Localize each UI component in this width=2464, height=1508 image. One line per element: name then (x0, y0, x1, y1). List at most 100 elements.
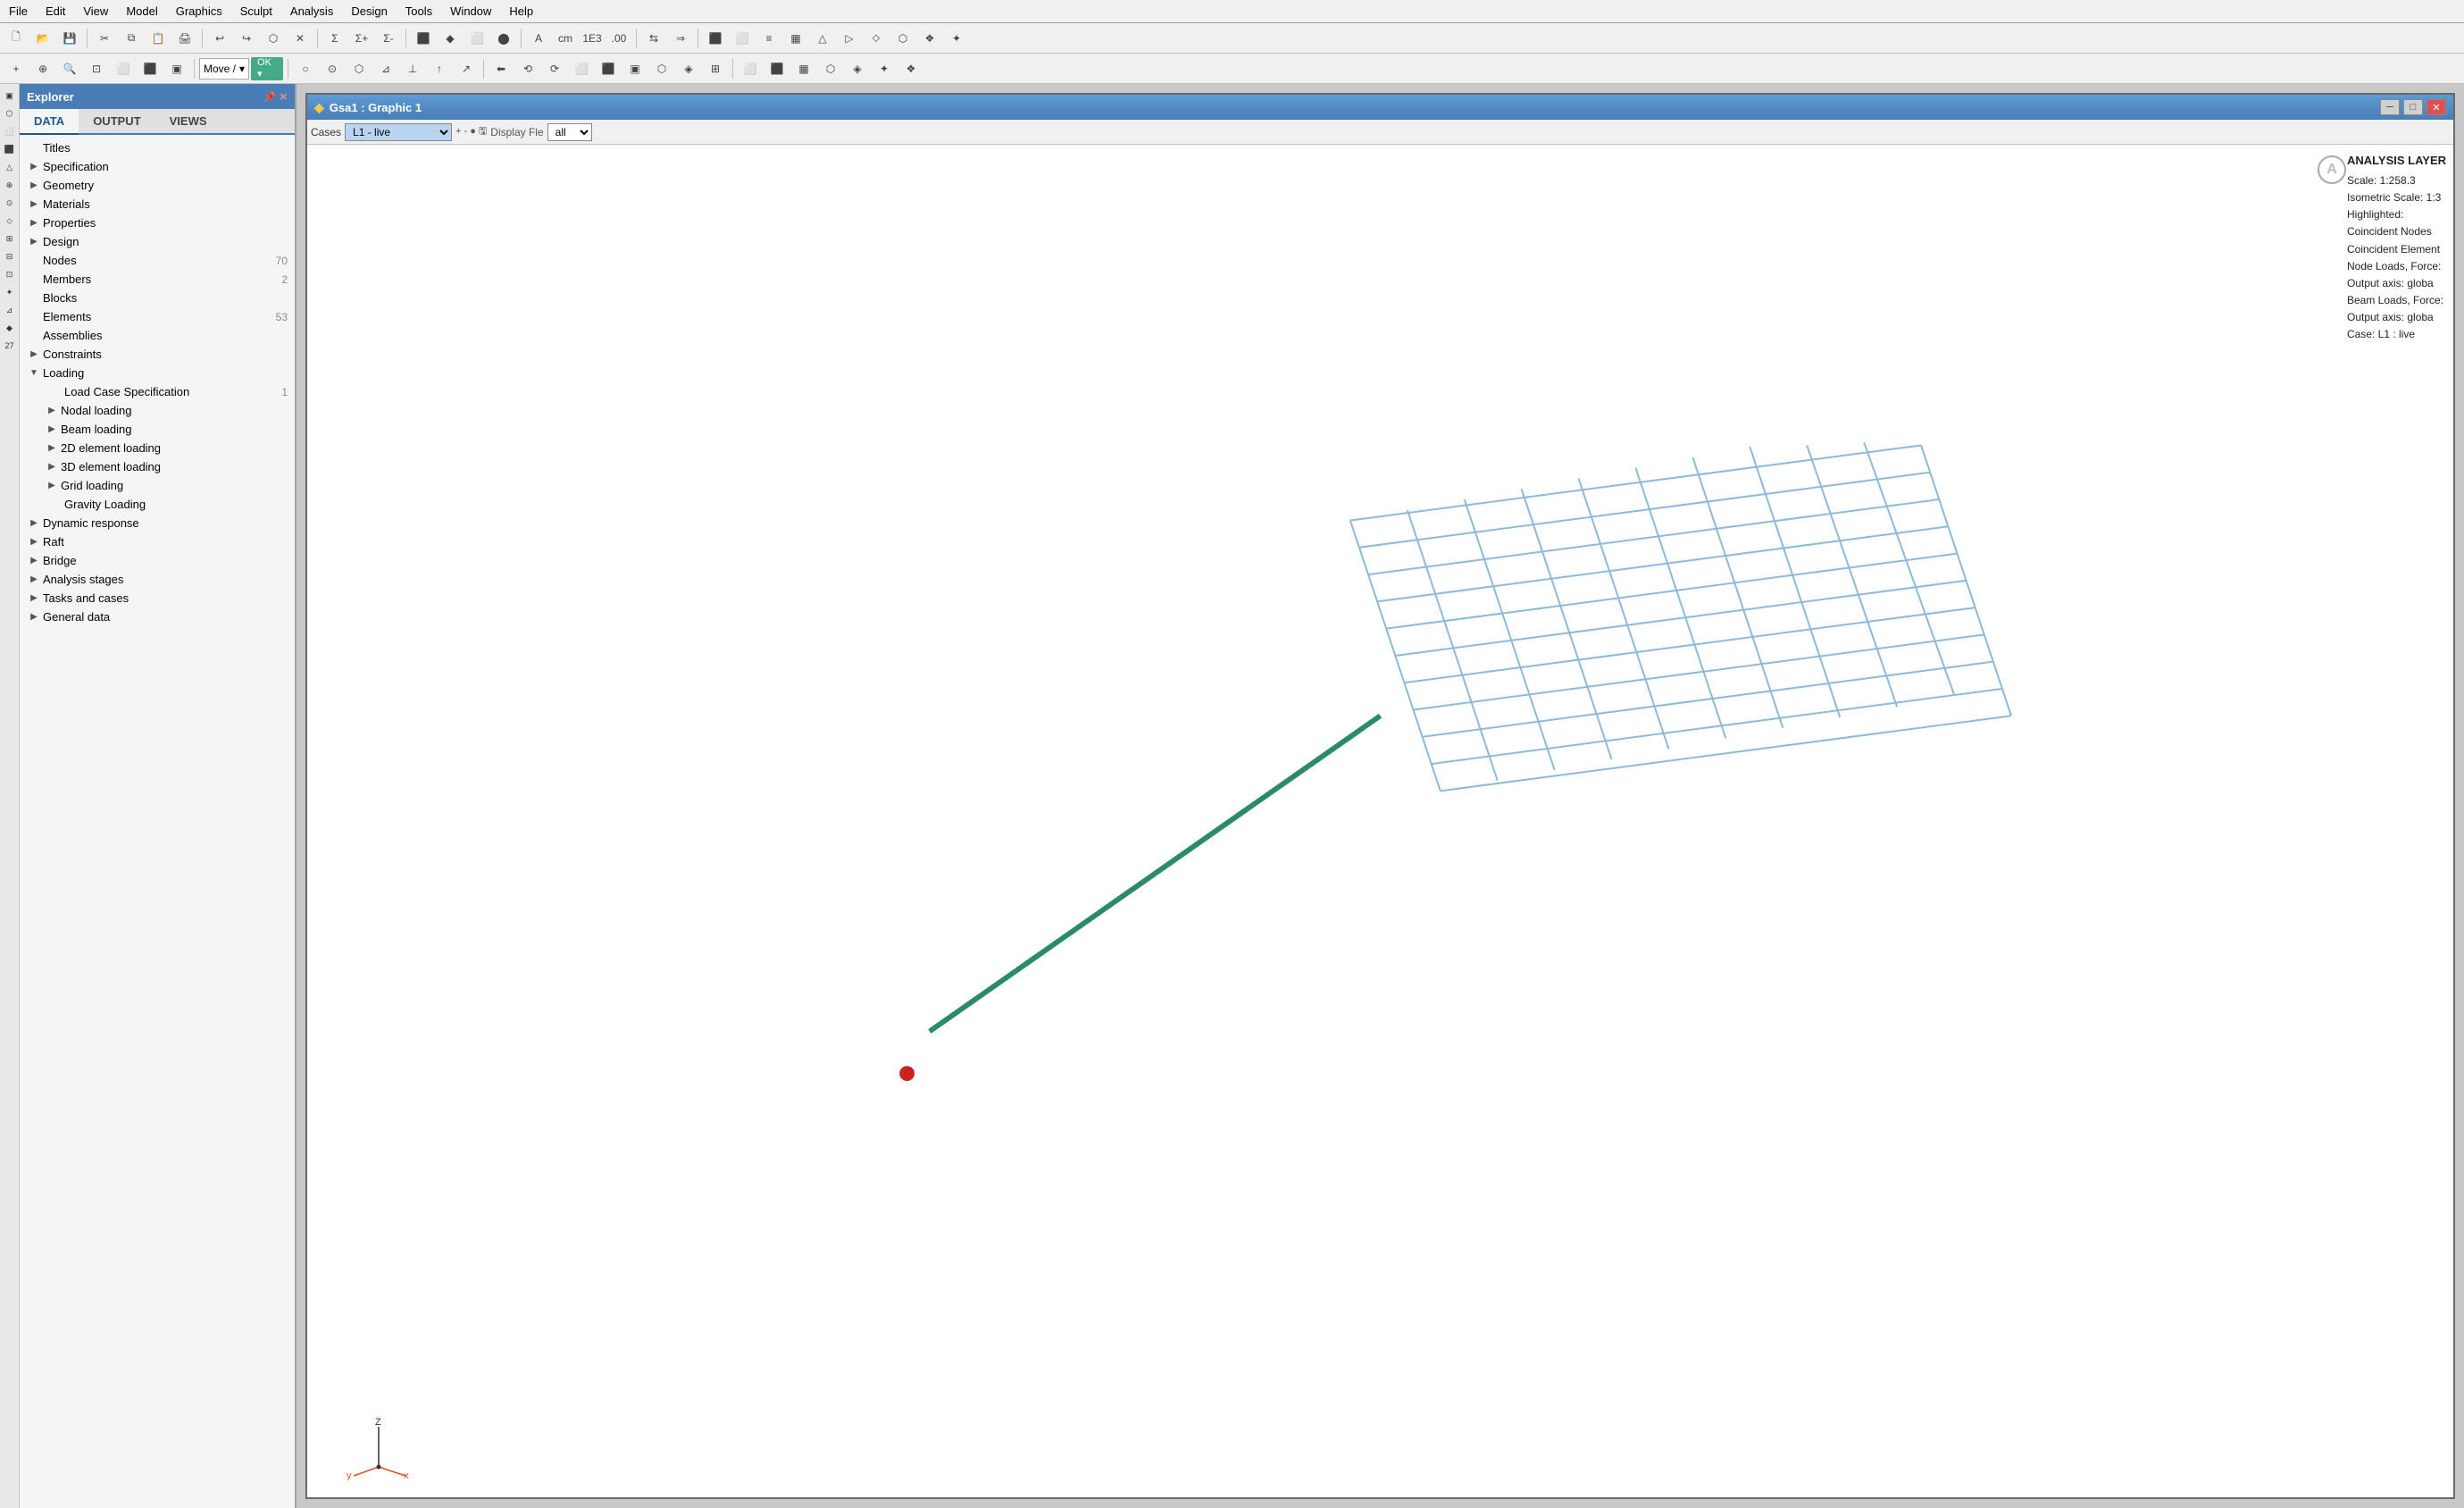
tree-properties[interactable]: ▶ Properties (20, 214, 295, 232)
tb2-icon8[interactable]: ↗ (454, 57, 479, 80)
tree-general-data[interactable]: ▶ General data (20, 607, 295, 626)
tree-load-case-spec[interactable]: Load Case Specification 1 (20, 382, 295, 401)
tb2-icon20[interactable]: ▦ (791, 57, 816, 80)
tb2-zoom[interactable]: 🔍 (57, 57, 82, 80)
tb2-icon19[interactable]: ⬛ (764, 57, 789, 80)
tb-deselect[interactable]: ✕ (288, 27, 313, 50)
tb-undo[interactable]: ↩ (207, 27, 232, 50)
graphic-minimize-button[interactable]: ─ (2380, 99, 2400, 115)
tb2-icon21[interactable]: ⬡ (818, 57, 843, 80)
cases-select[interactable]: L1 - live (345, 123, 452, 141)
graphic-maximize-button[interactable]: □ (2403, 99, 2423, 115)
move-dropdown[interactable]: Move / ▾ (199, 58, 249, 80)
menu-model[interactable]: Model (122, 3, 161, 20)
menu-design[interactable]: Design (347, 3, 390, 20)
sidebar-icon-14[interactable]: ◆ (2, 320, 18, 336)
tb2-icon11[interactable]: ⟳ (542, 57, 567, 80)
tree-constraints[interactable]: ▶ Constraints (20, 345, 295, 364)
tree-materials[interactable]: ▶ Materials (20, 195, 295, 214)
menu-graphics[interactable]: Graphics (172, 3, 226, 20)
tree-nodal-loading[interactable]: ▶ Nodal loading (20, 401, 295, 420)
tb2-icon15[interactable]: ⬡ (649, 57, 674, 80)
tb-num2[interactable]: .00 (606, 27, 631, 50)
tab-output[interactable]: OUTPUT (79, 109, 155, 135)
tb-icon1[interactable]: ⬛ (703, 27, 728, 50)
tree-analysis-stages[interactable]: ▶ Analysis stages (20, 570, 295, 589)
tb-paste[interactable]: 📋 (146, 27, 171, 50)
menu-tools[interactable]: Tools (402, 3, 436, 20)
tree-nodes[interactable]: Nodes 70 (20, 251, 295, 270)
tb2-add[interactable]: + (4, 57, 29, 80)
tb2-icon7[interactable]: ↑ (427, 57, 452, 80)
tree-2d-element-loading[interactable]: ▶ 2D element loading (20, 439, 295, 457)
menu-edit[interactable]: Edit (42, 3, 69, 20)
tree-blocks[interactable]: Blocks (20, 289, 295, 307)
tb2-check[interactable]: OK ▾ (251, 57, 283, 80)
tb-dim[interactable]: cm (553, 27, 578, 50)
sidebar-icon-9[interactable]: ⊞ (2, 230, 18, 247)
tb-icon8[interactable]: ⬡ (890, 27, 915, 50)
tb-redo[interactable]: ↪ (234, 27, 259, 50)
tree-elements[interactable]: Elements 53 (20, 307, 295, 326)
tb2-icon22[interactable]: ◈ (845, 57, 870, 80)
tb-open[interactable]: 📂 (30, 27, 55, 50)
display-filter-select[interactable]: all (547, 123, 592, 141)
sidebar-icon-13[interactable]: ⊿ (2, 302, 18, 318)
tb-print[interactable]: 🖨 (172, 27, 197, 50)
sidebar-icon-3[interactable]: ⬜ (2, 123, 18, 139)
tb2-icon3[interactable]: ▣ (164, 57, 189, 80)
graphic-viewport[interactable]: A (307, 145, 2453, 1497)
graphic-close-button[interactable]: ✕ (2426, 99, 2446, 115)
tree-3d-element-loading[interactable]: ▶ 3D element loading (20, 457, 295, 476)
tb2-circle[interactable]: ○ (293, 57, 318, 80)
tb-icon7[interactable]: ⬦ (864, 27, 889, 50)
tb-select[interactable]: ⬡ (261, 27, 286, 50)
tb-icon5[interactable]: △ (810, 27, 835, 50)
tree-members[interactable]: Members 2 (20, 270, 295, 289)
tb2-icon2[interactable]: ⬛ (138, 57, 163, 80)
tb2-circ2[interactable]: ⊙ (320, 57, 345, 80)
tb-arr1[interactable]: ⇆ (641, 27, 666, 50)
tb2-icon4[interactable]: ⬡ (347, 57, 372, 80)
menu-file[interactable]: File (5, 3, 31, 20)
sidebar-icon-4[interactable]: ⬛ (2, 141, 18, 157)
tree-gravity-loading[interactable]: Gravity Loading (20, 495, 295, 514)
explorer-close-button[interactable]: ✕ (280, 91, 288, 103)
tb2-icon12[interactable]: ⬜ (569, 57, 594, 80)
tb-icon9[interactable]: ❖ (917, 27, 942, 50)
tb-new[interactable]: 🗋 (4, 27, 29, 50)
sidebar-icon-10[interactable]: ⊟ (2, 248, 18, 264)
tb2-icon10[interactable]: ⟲ (515, 57, 540, 80)
tb2-icon17[interactable]: ⊞ (703, 57, 728, 80)
tree-beam-loading[interactable]: ▶ Beam loading (20, 420, 295, 439)
tb-arr2[interactable]: ⇒ (668, 27, 693, 50)
sidebar-icon-15[interactable]: 27 (2, 338, 18, 354)
tb-copy[interactable]: ⧉ (119, 27, 144, 50)
tb2-select2[interactable]: ⊡ (84, 57, 109, 80)
tree-raft[interactable]: ▶ Raft (20, 532, 295, 551)
tb-section[interactable]: ⬤ (491, 27, 516, 50)
sidebar-icon-5[interactable]: △ (2, 159, 18, 175)
explorer-pin-button[interactable]: 📌 (263, 91, 276, 103)
tb-icon6[interactable]: ▷ (837, 27, 862, 50)
sidebar-icon-8[interactable]: ⬦ (2, 213, 18, 229)
tree-assemblies[interactable]: Assemblies (20, 326, 295, 345)
sidebar-icon-6[interactable]: ⊕ (2, 177, 18, 193)
tree-loading[interactable]: ▼ Loading (20, 364, 295, 382)
tree-bridge[interactable]: ▶ Bridge (20, 551, 295, 570)
menu-sculpt[interactable]: Sculpt (237, 3, 276, 20)
menu-help[interactable]: Help (505, 3, 537, 20)
tb2-cursor[interactable]: ⊕ (30, 57, 55, 80)
tb2-icon18[interactable]: ⬜ (738, 57, 763, 80)
sidebar-icon-11[interactable]: ⊡ (2, 266, 18, 282)
sidebar-icon-7[interactable]: ⊙ (2, 195, 18, 211)
tb-icon3[interactable]: ≡ (756, 27, 781, 50)
menu-analysis[interactable]: Analysis (287, 3, 337, 20)
sidebar-icon-2[interactable]: ⬡ (2, 105, 18, 121)
tb-cut[interactable]: ✂ (92, 27, 117, 50)
tb2-icon5[interactable]: ⊿ (373, 57, 398, 80)
tb2-icon23[interactable]: ✦ (872, 57, 897, 80)
tree-grid-loading[interactable]: ▶ Grid loading (20, 476, 295, 495)
tb2-icon24[interactable]: ❖ (898, 57, 923, 80)
tb2-icon16[interactable]: ◈ (676, 57, 701, 80)
